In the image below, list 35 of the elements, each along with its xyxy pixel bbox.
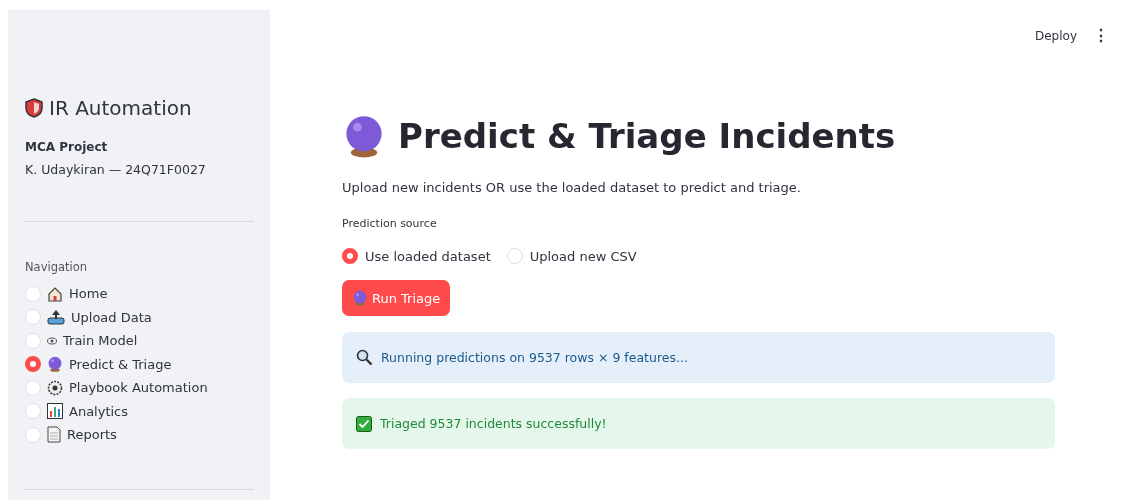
checkmark-icon <box>356 415 372 432</box>
radio-button[interactable] <box>342 248 358 264</box>
radio-option[interactable]: Use loaded dataset <box>342 248 491 264</box>
option-label: Upload new CSV <box>529 248 637 264</box>
document-icon <box>47 426 61 444</box>
shield-icon <box>25 98 43 118</box>
alert-text: Running predictions on 9537 rows × 9 features... <box>381 350 688 365</box>
nav-item[interactable]: Upload Data <box>25 305 253 329</box>
sidebar-title: IR Automation <box>49 96 192 120</box>
gear-icon <box>47 379 63 396</box>
radio-option[interactable]: Upload new CSV <box>506 248 637 264</box>
option-label: Use loaded dataset <box>365 248 491 264</box>
nav-item[interactable]: Playbook Automation <box>25 376 253 400</box>
author-text: K. Udaykiran — 24Q71F0027 <box>25 162 207 177</box>
crystal-ball-icon <box>352 290 368 306</box>
navigation-label: Navigation <box>25 260 89 274</box>
nav-item[interactable]: Analytics <box>25 399 253 423</box>
deploy-button[interactable]: Deploy <box>1034 28 1077 43</box>
nav-item[interactable]: Train Model <box>25 329 253 353</box>
eye-icon <box>47 335 57 346</box>
project-label: MCA Project <box>25 140 109 154</box>
field-label: Prediction source <box>342 217 438 230</box>
alert-text: Triaged 9537 incidents successfully! <box>380 416 607 431</box>
crystal-ball-icon <box>47 356 63 373</box>
nav-item[interactable]: Reports <box>25 423 253 447</box>
nav-item[interactable]: Predict & Triage <box>25 352 253 376</box>
upload-tray-icon <box>47 309 65 326</box>
nav-item[interactable]: Home <box>25 282 253 306</box>
house-icon <box>47 285 63 302</box>
page-description: Upload new incidents OR use the loaded dataset to predict and triage. <box>342 180 802 195</box>
search-icon <box>356 349 373 366</box>
page-title: Predict & Triage Incidents <box>398 116 896 156</box>
radio-button[interactable] <box>25 356 41 373</box>
bar-chart-icon <box>47 403 63 420</box>
menu-button[interactable]: ⋮ <box>1093 26 1109 45</box>
